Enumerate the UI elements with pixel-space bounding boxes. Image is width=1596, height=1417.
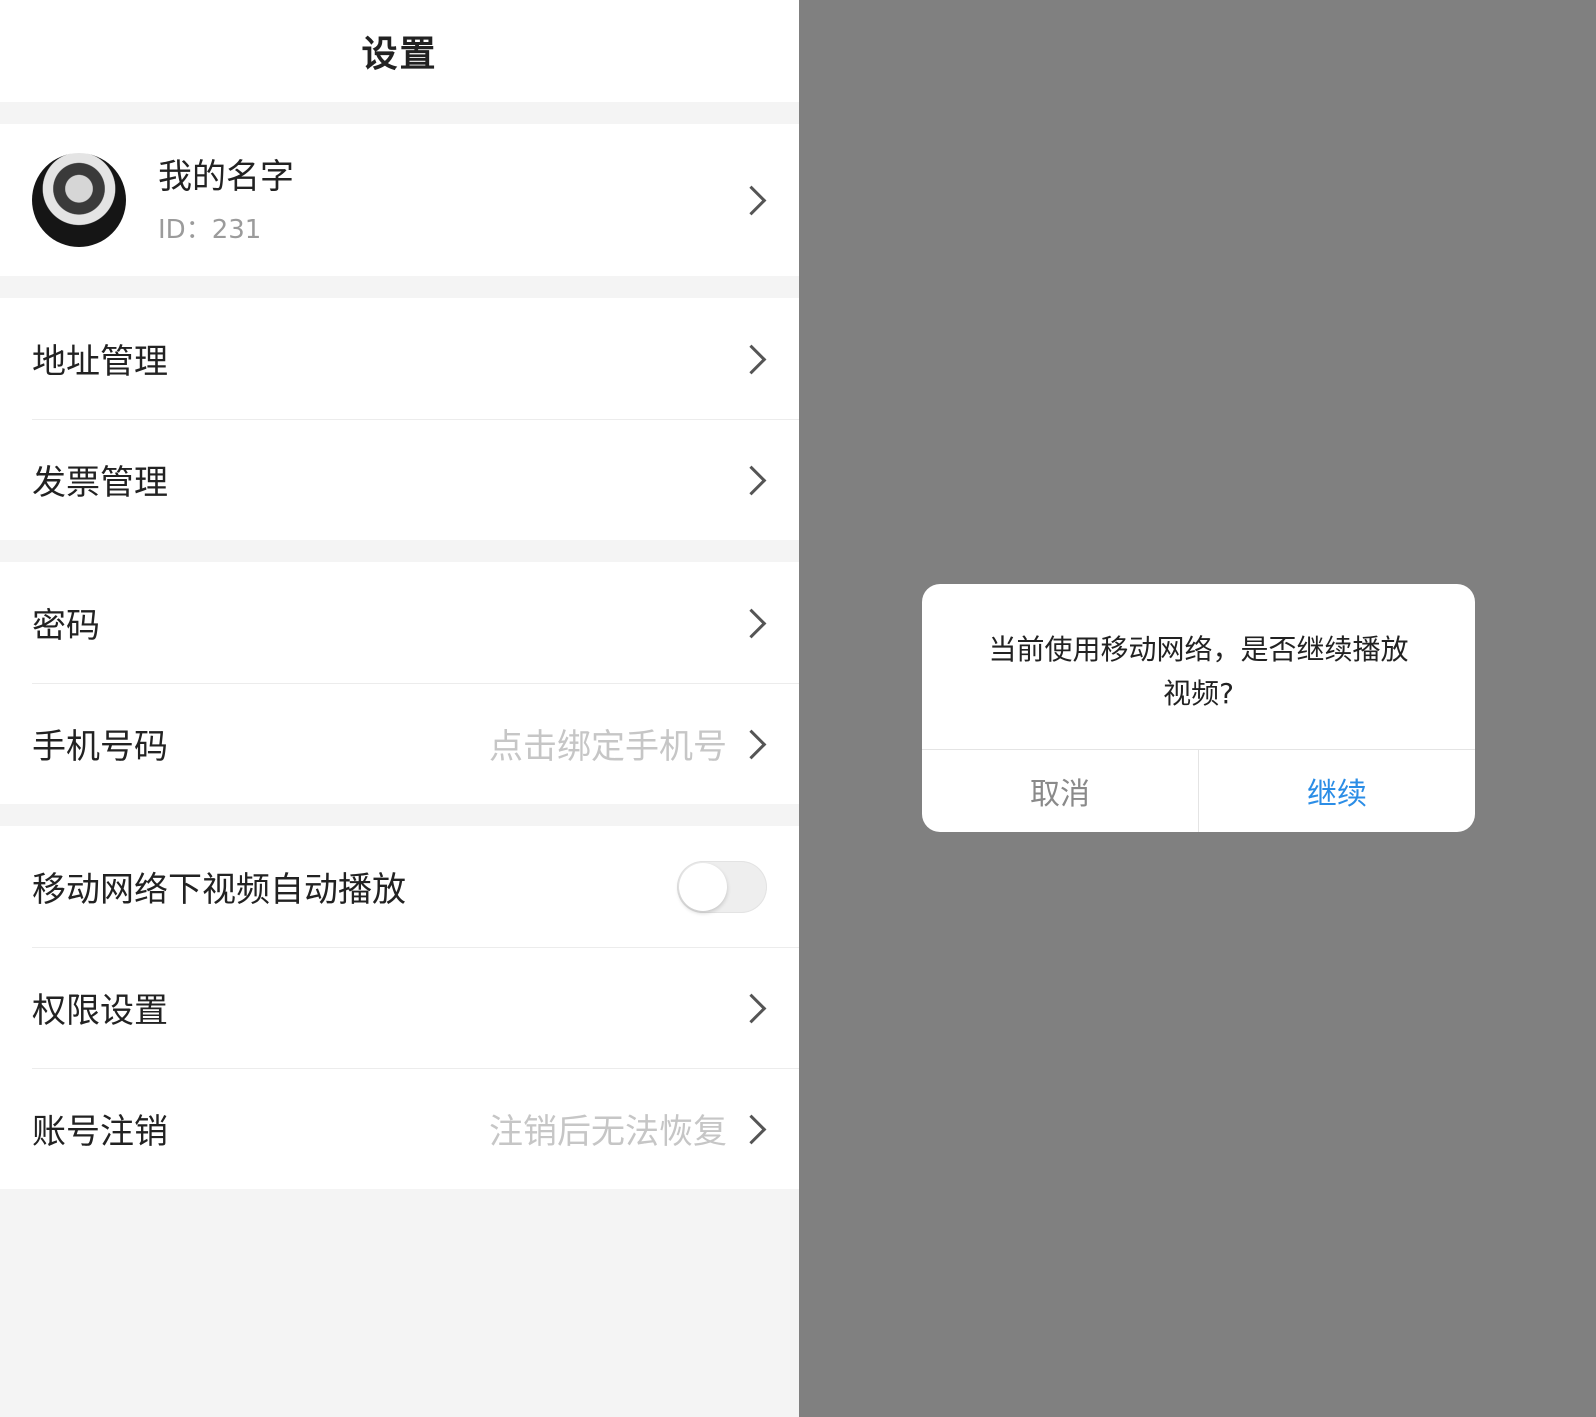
avatar [32, 153, 126, 247]
chevron-right-icon [739, 341, 767, 377]
navbar: 设置 [0, 0, 799, 102]
settings-group-2: 密码 手机号码 点击绑定手机号 [0, 562, 799, 804]
dialog-actions: 取消 继续 [922, 749, 1475, 832]
profile-name: 我的名字 [158, 156, 294, 197]
profile-group: 我的名字 ID：231 [0, 124, 799, 276]
chevron-right-icon [739, 726, 767, 762]
row-invoice-management[interactable]: 发票管理 [0, 419, 799, 540]
profile-info: 我的名字 ID：231 [158, 155, 294, 246]
app-root: 设置 我的名字 ID：231 地址管理 发票管理 密码 手机号码 点击绑定手机号… [0, 0, 1596, 1417]
row-permission-settings[interactable]: 权限设置 [0, 947, 799, 1068]
row-address-management[interactable]: 地址管理 [0, 298, 799, 419]
row-label: 权限设置 [32, 991, 168, 1031]
row-label: 账号注销 [32, 1112, 168, 1152]
row-phone-number[interactable]: 手机号码 点击绑定手机号 [0, 683, 799, 804]
cancel-button[interactable]: 取消 [922, 750, 1199, 832]
page-title: 设置 [361, 34, 438, 75]
row-label: 密码 [32, 606, 100, 646]
modal-overlay[interactable]: 当前使用移动网络，是否继续播放视频? 取消 继续 [799, 0, 1596, 1417]
chevron-right-icon [739, 990, 767, 1026]
row-label: 移动网络下视频自动播放 [32, 870, 406, 910]
chevron-right-icon [739, 462, 767, 498]
row-account-deletion[interactable]: 账号注销 注销后无法恢复 [0, 1068, 799, 1189]
confirm-dialog: 当前使用移动网络，是否继续播放视频? 取消 继续 [922, 584, 1475, 832]
settings-group-1: 地址管理 发票管理 [0, 298, 799, 540]
chevron-right-icon [739, 182, 767, 218]
row-label: 地址管理 [32, 342, 168, 382]
dialog-message: 当前使用移动网络，是否继续播放视频? [988, 633, 1409, 710]
row-label: 发票管理 [32, 463, 168, 503]
toggle-knob [679, 862, 727, 911]
row-label: 手机号码 [32, 727, 168, 767]
continue-button[interactable]: 继续 [1199, 750, 1475, 832]
row-autoplay-cellular: 移动网络下视频自动播放 [0, 826, 799, 947]
profile-row[interactable]: 我的名字 ID：231 [0, 124, 799, 276]
autoplay-toggle[interactable] [677, 860, 767, 913]
row-value-hint: 点击绑定手机号 [489, 727, 727, 767]
settings-screen: 设置 我的名字 ID：231 地址管理 发票管理 密码 手机号码 点击绑定手机号… [0, 0, 799, 1417]
row-password[interactable]: 密码 [0, 562, 799, 683]
profile-id: ID：231 [158, 214, 262, 245]
chevron-right-icon [739, 1111, 767, 1147]
row-value-hint: 注销后无法恢复 [489, 1112, 727, 1152]
chevron-right-icon [739, 605, 767, 641]
settings-group-3: 移动网络下视频自动播放 权限设置 账号注销 注销后无法恢复 [0, 826, 799, 1189]
